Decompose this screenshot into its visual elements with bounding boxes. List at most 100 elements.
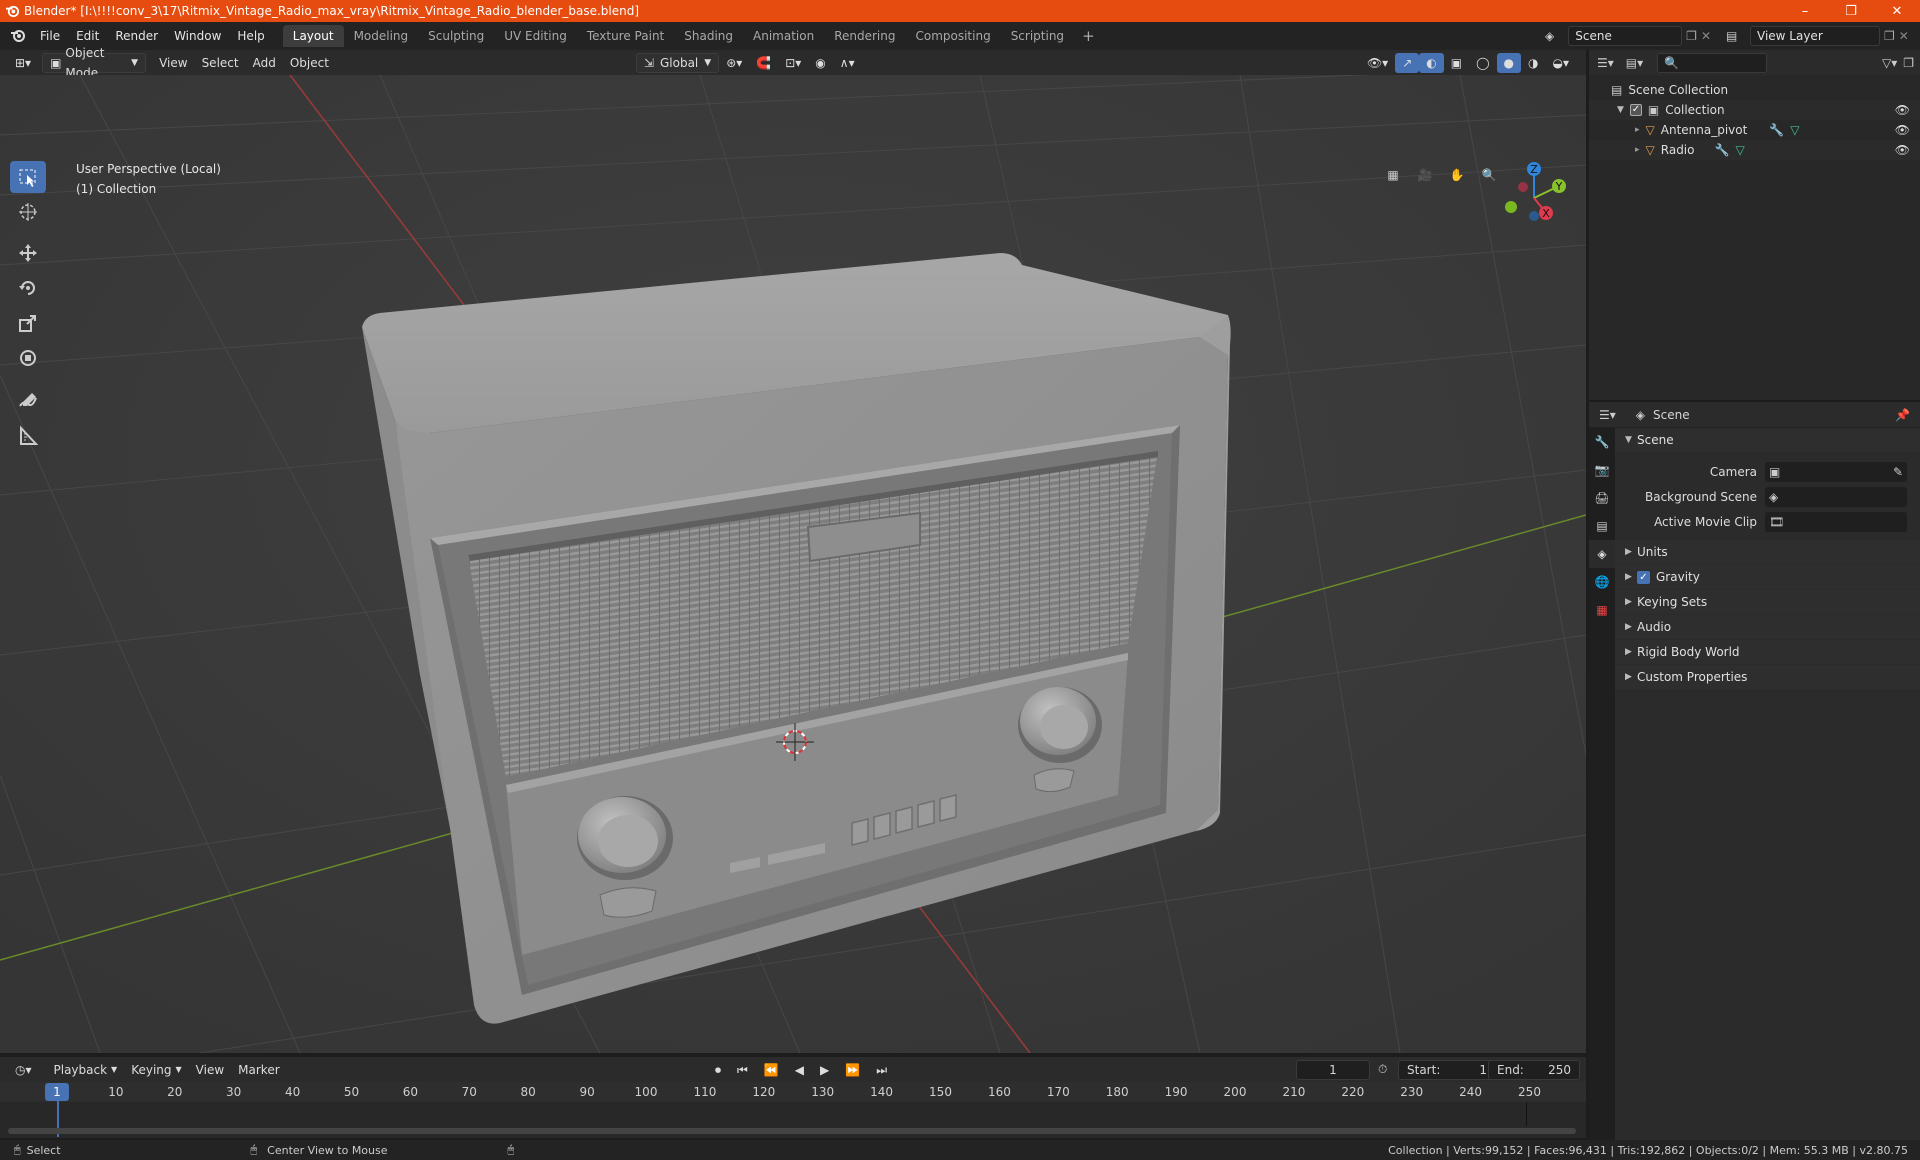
view-layer-field[interactable]: View Layer [1750, 26, 1880, 46]
outliner-object-radio[interactable]: ▸ ▽ Radio 🔧 ▽ 👁 [1589, 140, 1920, 160]
menu-help[interactable]: Help [229, 22, 272, 50]
eye-icon[interactable]: 👁 [1895, 143, 1910, 157]
tab-scripting[interactable]: Scripting [1001, 25, 1074, 47]
solid-shading-icon[interactable]: ● [1496, 52, 1522, 73]
frame-ruler[interactable]: 1 10 20 30 40 50 60 70 80 90 100 110 120 130 140 150 16… [0, 1082, 1586, 1102]
filter-icon[interactable]: ▽▾ [1882, 56, 1897, 70]
timeline-area[interactable]: 1 10 20 30 40 50 60 70 80 90 100 110 120 130 140 150 16… [0, 1082, 1586, 1138]
expand-arrow-icon[interactable]: ▸ [1635, 145, 1640, 155]
outliner-object-antenna[interactable]: ▸ ▽ Antenna_pivot 🔧 ▽ 👁 [1589, 120, 1920, 140]
xray-icon[interactable]: ▣ [1444, 53, 1469, 73]
world-tab-icon[interactable]: 🌐 [1589, 568, 1615, 596]
active-movie-clip-field[interactable]: 🎞 [1765, 511, 1907, 532]
custom-properties-panel-header[interactable]: ▶ Custom Properties [1615, 665, 1920, 689]
visibility-filter-icon[interactable]: 👁▾ [1360, 53, 1395, 73]
render-tab-icon[interactable]: 📷 [1589, 456, 1615, 484]
tab-uv-editing[interactable]: UV Editing [494, 25, 577, 47]
output-tab-icon[interactable]: 🖨 [1589, 484, 1615, 512]
audio-panel-header[interactable]: ▶ Audio [1615, 615, 1920, 639]
timeline-editor-icon[interactable]: ◷▾ [8, 1060, 39, 1080]
menu-window[interactable]: Window [166, 22, 229, 50]
snap-target-icon[interactable]: ⊡▾ [778, 53, 808, 73]
outliner-search-input[interactable]: 🔍 [1657, 52, 1768, 73]
measure-tool[interactable] [10, 420, 46, 452]
menu-file[interactable]: File [32, 22, 68, 50]
maximize-button[interactable]: ❐ [1828, 0, 1874, 22]
record-icon[interactable]: ⏺ [708, 1060, 728, 1080]
tab-compositing[interactable]: Compositing [905, 25, 1000, 47]
menu-keying[interactable]: Keying ▼ [124, 1060, 188, 1080]
tab-sculpting[interactable]: Sculpting [418, 25, 494, 47]
scene-name-field[interactable]: Scene [1568, 26, 1683, 46]
keying-sets-panel-header[interactable]: ▶ Keying Sets [1615, 590, 1920, 614]
start-frame-field[interactable]: Start: 1 [1398, 1059, 1496, 1080]
blender-menu-icon[interactable] [4, 27, 32, 46]
navigation-gizmo[interactable]: Z Y X [1486, 160, 1574, 240]
outliner-scene-collection[interactable]: ▤ Scene Collection [1589, 80, 1920, 100]
mesh-data-icon[interactable]: ▽ [1735, 143, 1744, 157]
annotate-tool[interactable] [10, 385, 46, 417]
menu-timeline-view[interactable]: View [189, 1060, 231, 1080]
menu-select[interactable]: Select [195, 53, 246, 73]
editor-type-icon[interactable]: ⊞▾ [8, 53, 38, 73]
collection-checkbox[interactable]: ✓ [1629, 104, 1642, 116]
transform-orientation-selector[interactable]: ⇲ Global ▼ [635, 52, 720, 73]
view-layer-remove-icon[interactable]: ✕ [1899, 29, 1909, 43]
tab-modeling[interactable]: Modeling [344, 25, 419, 47]
scene-tab-icon[interactable]: ◈ [1589, 540, 1615, 568]
modifier-wrench-icon[interactable]: 🔧 [1715, 143, 1730, 157]
background-scene-field[interactable]: ◈ [1765, 486, 1907, 507]
current-frame-field[interactable]: 1 [1296, 1059, 1370, 1080]
properties-editor-icon[interactable]: ☰▾ [1599, 408, 1616, 422]
tab-shading[interactable]: Shading [674, 25, 743, 47]
grid-view-icon[interactable]: ▦ [1380, 162, 1406, 188]
scene-remove-icon[interactable]: ✕ [1701, 29, 1711, 43]
prev-keyframe-icon[interactable]: ⏪ [757, 1060, 786, 1080]
outliner-editor-icon[interactable]: ☰▾ [1597, 56, 1614, 70]
minimize-button[interactable]: – [1782, 0, 1828, 22]
play-icon[interactable]: ▶ [813, 1060, 836, 1080]
overlay-toggle-icon[interactable]: ◐ [1419, 52, 1444, 73]
wireframe-shading-icon[interactable]: ◯ [1469, 53, 1496, 73]
view-layer-icon[interactable]: ▤ [1726, 29, 1746, 43]
outliner-collection[interactable]: ▼ ✓ ▣ Collection 👁 [1589, 100, 1920, 120]
camera-field[interactable]: ▣ ✎ [1765, 461, 1907, 482]
pin-icon[interactable]: 📌 [1895, 408, 1910, 422]
expand-chevron-icon[interactable]: ▼ [1617, 105, 1624, 115]
jump-start-icon[interactable]: ⏮ [730, 1060, 755, 1080]
gravity-panel-header[interactable]: ▶ ✓ Gravity [1615, 565, 1920, 589]
proportional-edit-icon[interactable]: ◉ [808, 53, 832, 73]
end-frame-field[interactable]: End: 250 [1488, 1059, 1580, 1080]
timeline-scrollbar[interactable] [8, 1128, 1576, 1134]
expand-arrow-icon[interactable]: ▸ [1635, 125, 1640, 135]
tab-texture-paint[interactable]: Texture Paint [577, 25, 674, 47]
scene-new-icon[interactable]: ❐ [1686, 29, 1697, 43]
menu-view[interactable]: View [152, 53, 194, 73]
menu-playback[interactable]: Playback ▼ [47, 1060, 125, 1080]
view-layer-tab-icon[interactable]: ▤ [1589, 512, 1615, 540]
menu-marker[interactable]: Marker [231, 1060, 286, 1080]
menu-object[interactable]: Object [283, 53, 336, 73]
snap-icon[interactable]: 🧲 [749, 53, 778, 73]
tab-animation[interactable]: Animation [743, 25, 824, 47]
eye-icon[interactable]: 👁 [1895, 103, 1910, 117]
gravity-checkbox[interactable]: ✓ [1637, 570, 1650, 584]
view-layer-new-icon[interactable]: ❐ [1884, 29, 1895, 43]
modifier-wrench-icon[interactable]: 🔧 [1769, 123, 1784, 137]
rendered-shading-icon[interactable]: ◒▾ [1546, 53, 1577, 73]
material-shading-icon[interactable]: ◑ [1521, 53, 1545, 73]
3d-viewport[interactable]: User Perspective (Local) (1) Collection … [0, 75, 1586, 1053]
eye-icon[interactable]: 👁 [1895, 123, 1910, 137]
camera-view-icon[interactable]: 🎥 [1412, 162, 1438, 188]
scene-selector-icon[interactable]: ◈ [1545, 29, 1564, 43]
pivot-point-icon[interactable]: ⊛▾ [719, 53, 749, 73]
close-button[interactable]: ✕ [1874, 0, 1920, 22]
select-box-tool[interactable] [10, 161, 46, 193]
current-frame-indicator[interactable]: 1 [45, 1083, 69, 1101]
rotate-tool[interactable] [10, 272, 46, 304]
texture-tab-icon[interactable]: ▦ [1589, 596, 1615, 624]
falloff-icon[interactable]: ∧▾ [833, 53, 862, 73]
tab-layout[interactable]: Layout [282, 25, 344, 47]
mesh-data-icon[interactable]: ▽ [1790, 123, 1799, 137]
display-mode-icon[interactable]: ▤▾ [1626, 56, 1643, 70]
